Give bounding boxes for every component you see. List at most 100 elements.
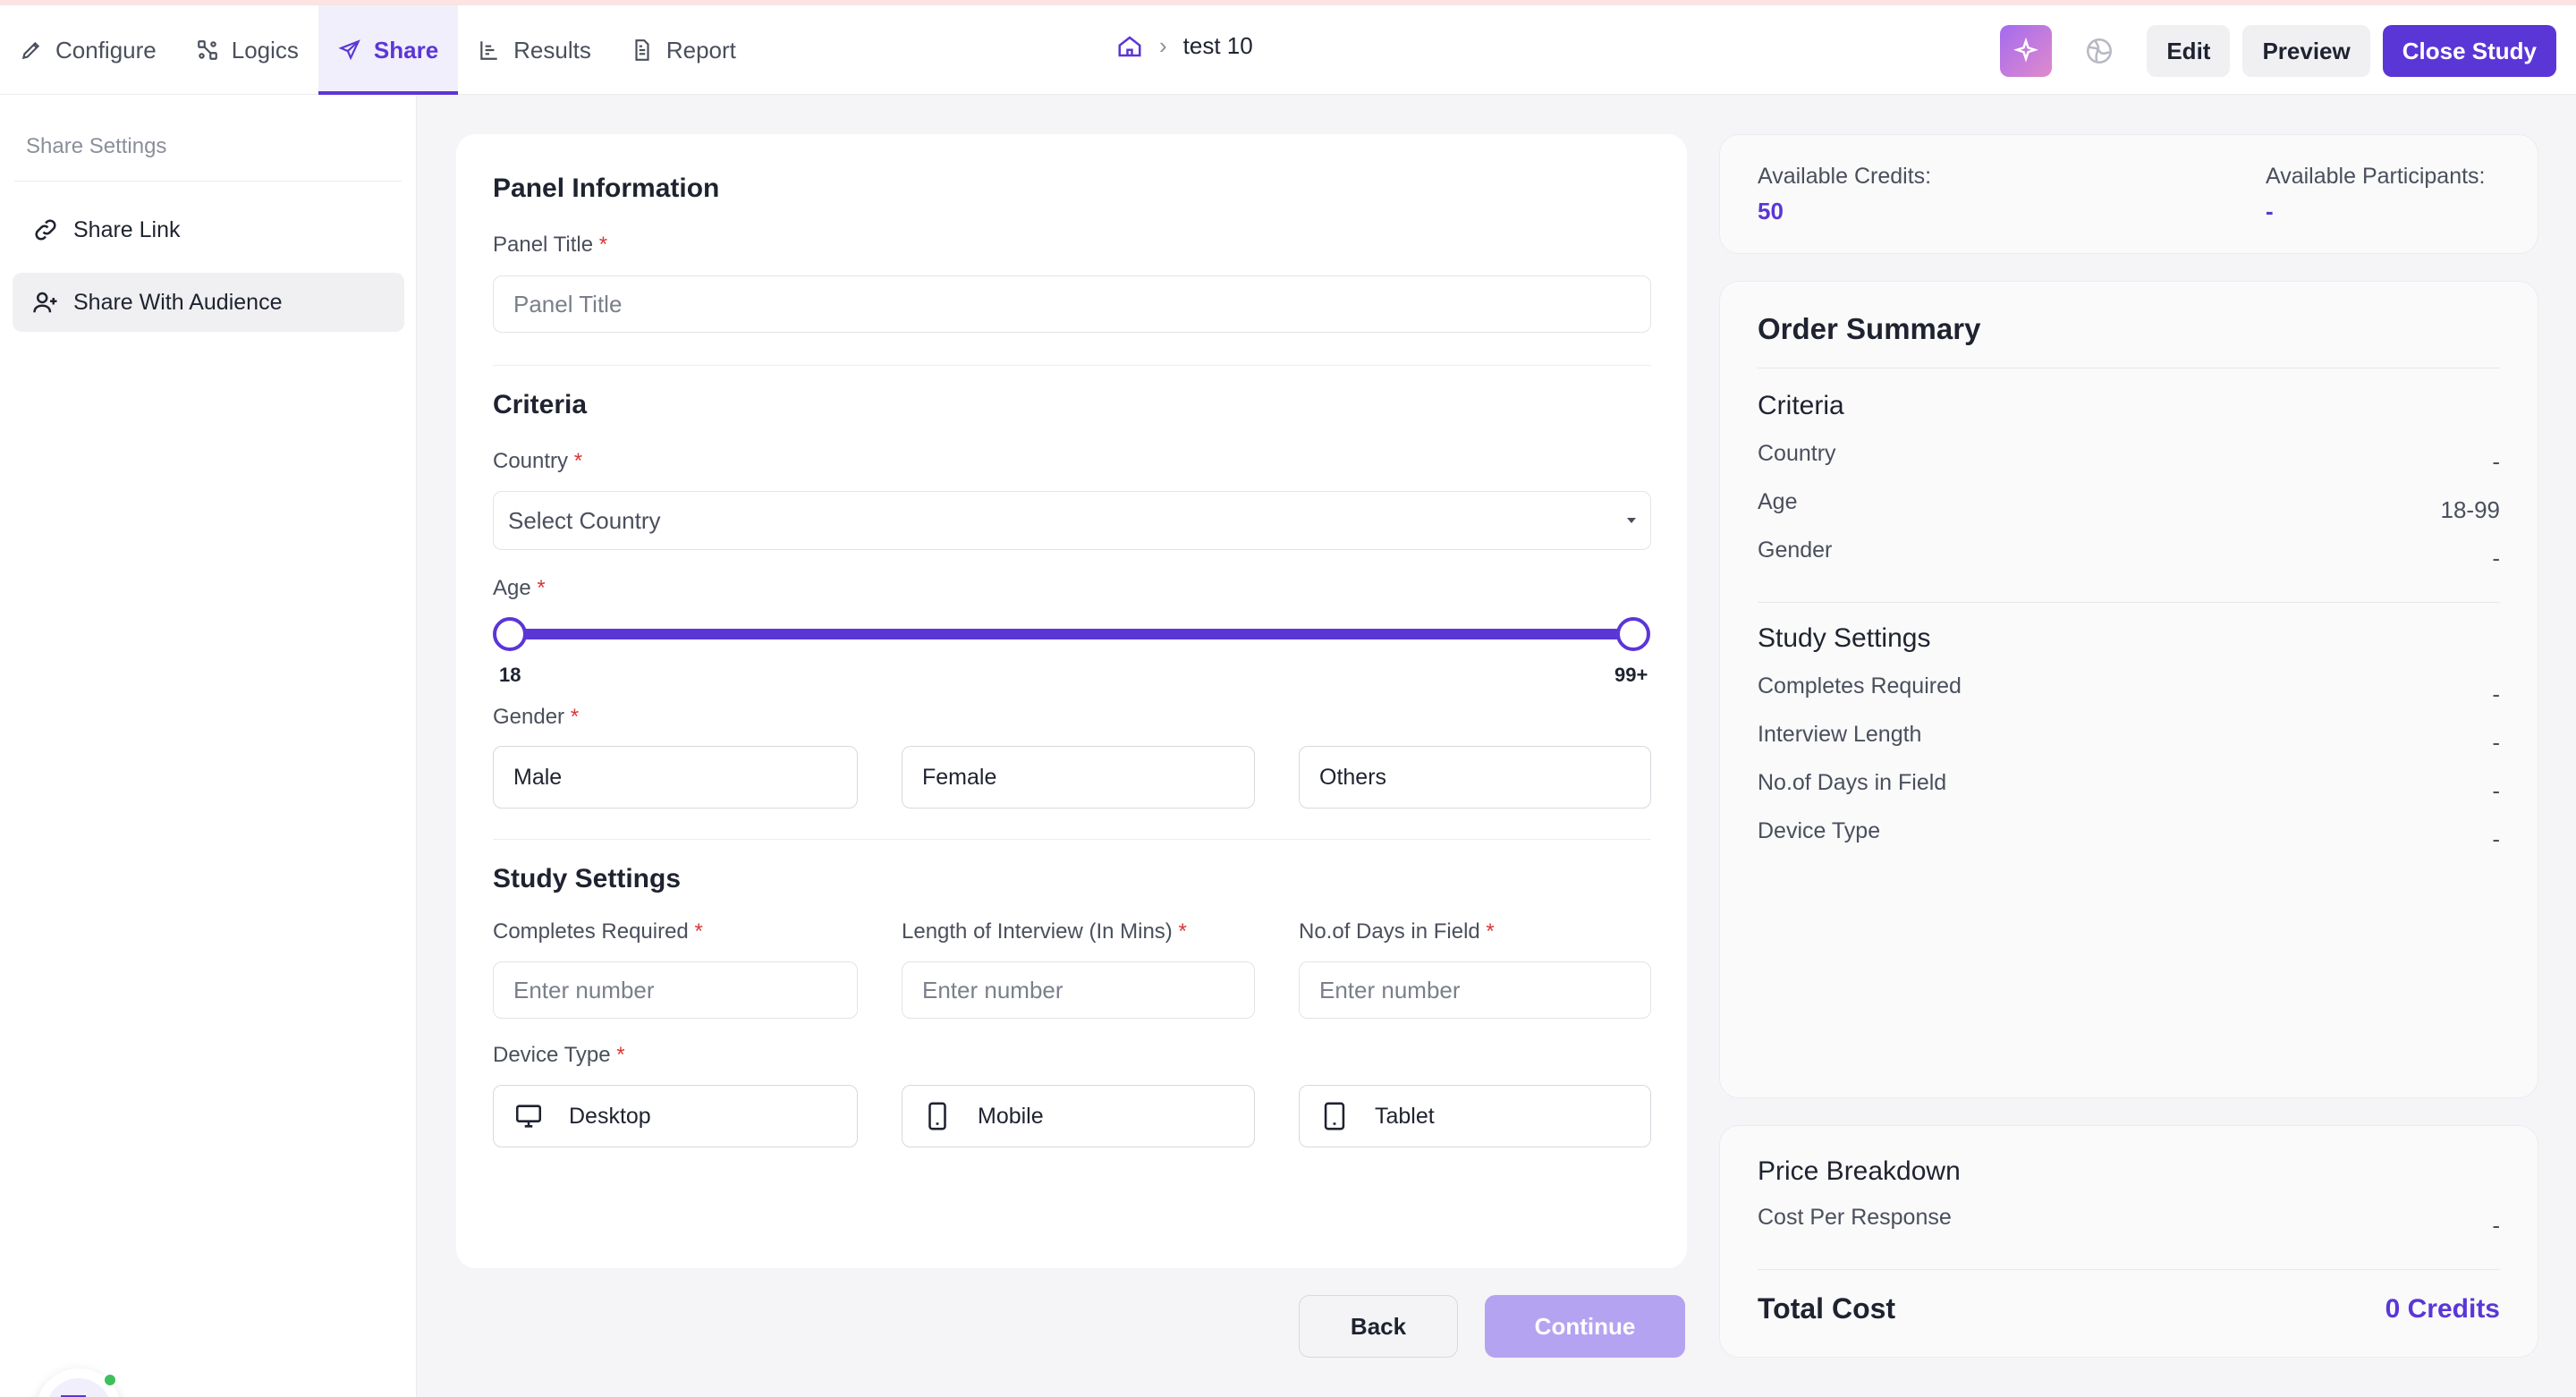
device-option-mobile[interactable]: Mobile xyxy=(902,1085,1255,1147)
logic-nodes-icon xyxy=(197,40,217,60)
gender-option-female[interactable]: Female xyxy=(902,746,1255,809)
device-option-label: Desktop xyxy=(569,1103,651,1129)
home-icon[interactable] xyxy=(1116,33,1143,60)
days-in-field-label: No.of Days in Field * xyxy=(1299,919,1495,944)
panel-title-label: Panel Title * xyxy=(493,233,608,257)
age-max-value: 99+ xyxy=(1614,664,1648,686)
interview-length-input[interactable]: Enter number xyxy=(902,961,1255,1019)
device-option-desktop[interactable]: Desktop xyxy=(493,1085,858,1147)
tab-configure[interactable]: Configure xyxy=(0,5,176,95)
tab-share[interactable]: Share xyxy=(318,5,459,95)
ai-assist-button[interactable] xyxy=(2000,25,2053,77)
summary-device-type-value: - xyxy=(2492,826,2500,852)
available-credits-value: 50 xyxy=(1758,198,1784,224)
age-min-value: 18 xyxy=(499,664,521,686)
age-range-track[interactable] xyxy=(509,629,1634,639)
study-settings-heading: Study Settings xyxy=(493,864,682,893)
panel-title-input[interactable]: Panel Title xyxy=(493,275,1651,333)
total-cost-value: 0 Credits xyxy=(2385,1294,2500,1324)
tab-label: Report xyxy=(665,36,736,64)
audience-form-card: Panel Information Panel Title * Panel Ti… xyxy=(456,134,1687,1268)
summary-age-label: Age xyxy=(1758,489,1798,514)
edit-button[interactable]: Edit xyxy=(2147,25,2231,77)
summary-country-value: - xyxy=(2492,448,2500,475)
country-select-value: Select Country xyxy=(508,506,661,534)
gender-option-others[interactable]: Others xyxy=(1299,746,1651,809)
chat-bubbles-icon xyxy=(61,1395,86,1397)
device-type-label: Device Type * xyxy=(493,1043,625,1067)
tab-label: Logics xyxy=(231,36,299,64)
age-min-handle[interactable] xyxy=(493,617,527,651)
desktop-icon xyxy=(515,1105,542,1128)
sparkle-icon xyxy=(2013,38,2039,63)
criteria-heading: Criteria xyxy=(493,390,588,419)
online-status-dot xyxy=(102,1372,118,1388)
sidebar-divider xyxy=(14,181,402,182)
summary-days-value: - xyxy=(2492,777,2500,804)
cost-per-response-label: Cost Per Response xyxy=(1758,1205,1952,1230)
tab-results[interactable]: Results xyxy=(458,5,611,95)
globe-icon xyxy=(2087,38,2113,64)
breadcrumb-current: test 10 xyxy=(1182,32,1253,59)
preview-button[interactable]: Preview xyxy=(2242,25,2370,77)
share-sidebar: Share Settings Share Link Share With Aud… xyxy=(0,95,417,1397)
credits-card: Available Credits: 50 Available Particip… xyxy=(1719,134,2538,254)
price-breakdown-card: Price Breakdown Cost Per Response - Tota… xyxy=(1719,1125,2538,1358)
tablet-icon xyxy=(1324,1102,1345,1130)
available-credits-label: Available Credits: xyxy=(1758,164,1932,189)
interview-length-label: Length of Interview (In Mins) * xyxy=(902,919,1187,944)
summary-days-label: No.of Days in Field xyxy=(1758,770,1947,795)
sidebar-item-label: Share Link xyxy=(73,216,181,242)
sidebar-title: Share Settings xyxy=(26,134,167,158)
country-select[interactable]: Select Country xyxy=(493,491,1651,550)
continue-button[interactable]: Continue xyxy=(1485,1295,1685,1358)
caret-down-icon xyxy=(1627,518,1636,523)
tab-report[interactable]: Report xyxy=(611,5,756,95)
days-in-field-input[interactable]: Enter number xyxy=(1299,961,1651,1019)
summary-country-label: Country xyxy=(1758,441,1836,466)
sidebar-item-label: Share With Audience xyxy=(73,289,283,315)
close-study-button[interactable]: Close Study xyxy=(2382,25,2556,77)
panel-information-heading: Panel Information xyxy=(493,174,720,203)
summary-age-value: 18-99 xyxy=(2440,496,2501,523)
cost-per-response-value: - xyxy=(2492,1212,2500,1239)
section-divider xyxy=(493,365,1651,366)
age-label: Age * xyxy=(493,576,546,600)
summary-gender-value: - xyxy=(2492,545,2500,572)
summary-interview-length-label: Interview Length xyxy=(1758,722,1922,747)
tab-logics[interactable]: Logics xyxy=(176,5,318,95)
link-icon xyxy=(35,219,56,241)
language-button[interactable] xyxy=(2073,25,2125,77)
send-icon xyxy=(338,39,360,61)
chart-icon xyxy=(480,41,497,60)
summary-gender-label: Gender xyxy=(1758,538,1833,563)
available-participants-value: - xyxy=(2266,198,2274,224)
summary-device-type-label: Device Type xyxy=(1758,818,1881,843)
back-button[interactable]: Back xyxy=(1299,1295,1458,1358)
summary-interview-length-value: - xyxy=(2492,729,2500,756)
tab-label: Configure xyxy=(55,36,157,64)
summary-study-settings-heading: Study Settings xyxy=(1758,623,1931,653)
summary-completes-label: Completes Required xyxy=(1758,673,1962,698)
sidebar-item-share-link[interactable]: Share Link xyxy=(13,200,404,259)
price-divider xyxy=(1758,1269,2500,1270)
device-option-label: Mobile xyxy=(978,1103,1044,1129)
summary-divider xyxy=(1758,602,2500,603)
top-bar: Configure Logics Share Results Report › … xyxy=(0,5,2576,95)
tab-label: Results xyxy=(513,36,591,64)
order-summary-title: Order Summary xyxy=(1758,312,1981,345)
sidebar-item-share-with-audience[interactable]: Share With Audience xyxy=(13,273,404,332)
top-actions: Edit Preview Close Study xyxy=(2000,25,2556,77)
mobile-icon xyxy=(928,1102,946,1130)
age-max-handle[interactable] xyxy=(1616,617,1650,651)
user-add-icon xyxy=(33,292,57,313)
gender-option-male[interactable]: Male xyxy=(493,746,858,809)
completes-required-input[interactable]: Enter number xyxy=(493,961,858,1019)
summary-completes-value: - xyxy=(2492,681,2500,707)
completes-required-label: Completes Required * xyxy=(493,919,703,944)
order-summary-card: Order Summary Criteria Country - Age 18-… xyxy=(1719,281,2538,1098)
total-cost-label: Total Cost xyxy=(1758,1292,1896,1325)
chat-support-button[interactable] xyxy=(36,1368,122,1397)
device-option-tablet[interactable]: Tablet xyxy=(1299,1085,1651,1147)
available-participants-label: Available Participants: xyxy=(2266,164,2486,189)
